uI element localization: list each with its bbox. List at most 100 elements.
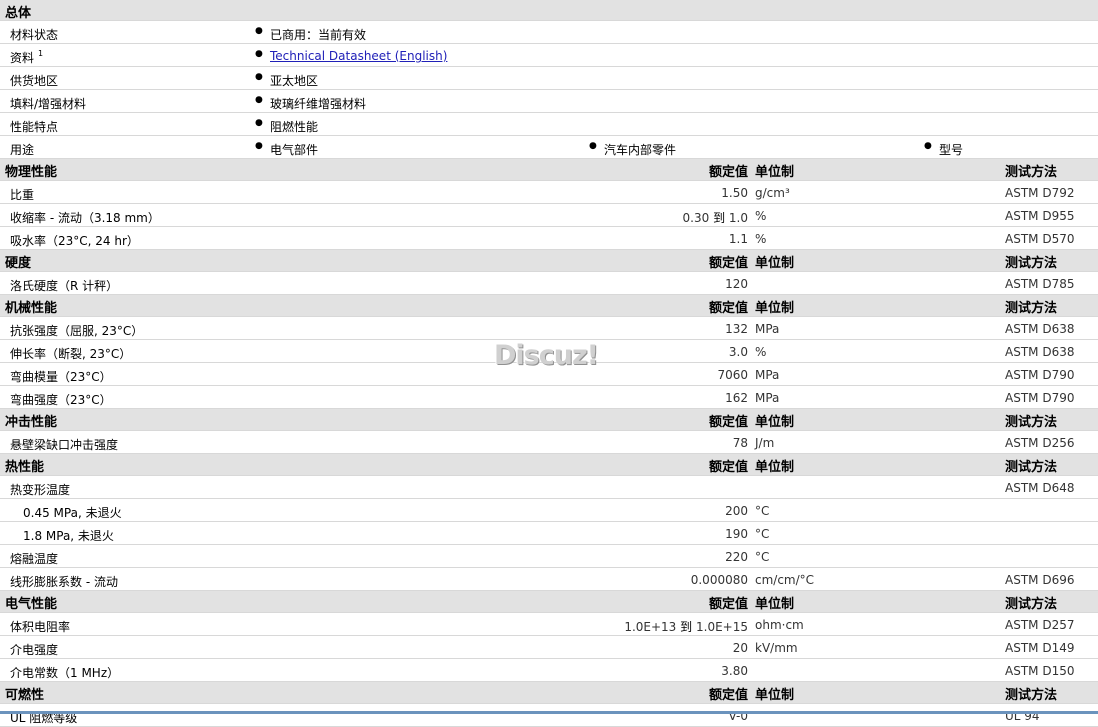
- property-unit: cm/cm/°C: [755, 573, 815, 587]
- general-row-value: 玻璃纤维增强材料: [270, 97, 367, 111]
- property-label: 悬壁梁缺口冲击强度: [10, 438, 119, 452]
- section-header: 硬度 额定值 单位制 测试方法: [0, 250, 1098, 272]
- section-title: 冲击性能: [5, 415, 58, 430]
- range-to-word: 到: [680, 620, 693, 634]
- property-unit: kV/mm: [755, 641, 798, 655]
- section-title: 硬度: [5, 256, 32, 271]
- property-unit: MPa: [755, 322, 780, 336]
- property-value: 220: [725, 550, 748, 564]
- range-to: 1.0: [728, 211, 748, 225]
- general-row-label: 填料/增强材料: [10, 95, 86, 112]
- property-value: 200: [725, 504, 748, 518]
- general-label-text: 供货地区: [10, 74, 59, 88]
- column-header-method: 测试方法: [1005, 256, 1058, 271]
- bullet-icon: ●: [255, 141, 263, 151]
- property-row: 体积电阻率 1.0E+13 到 1.0E+15 ohm·cm ASTM D257: [0, 613, 1098, 636]
- property-unit: MPa: [755, 391, 780, 405]
- column-header-unit: 单位制: [755, 597, 795, 612]
- section-header: 冲击性能 额定值 单位制 测试方法: [0, 409, 1098, 431]
- property-value: 120: [725, 277, 748, 291]
- general-row-value: 汽车内部零件: [604, 143, 677, 157]
- column-header-method: 测试方法: [1005, 460, 1058, 475]
- section-title: 物理性能: [5, 165, 58, 180]
- property-row: 0.45 MPa, 未退火 200 °C: [0, 499, 1098, 522]
- test-method: ASTM D257: [1005, 618, 1075, 632]
- section-title: 电气性能: [5, 597, 58, 612]
- datasheet-link[interactable]: Technical Datasheet (English): [270, 49, 447, 63]
- general-row-label: 资料 1: [10, 49, 43, 66]
- general-row-value: 阻燃性能: [270, 120, 319, 134]
- general-row-label: 用途: [10, 141, 34, 158]
- property-row: 介电常数（1 MHz） 3.80 ASTM D150: [0, 659, 1098, 682]
- column-header-value: 额定值: [708, 301, 748, 316]
- column-header-unit: 单位制: [755, 301, 795, 316]
- general-row-label: 材料状态: [10, 26, 58, 43]
- bullet-icon: ●: [924, 141, 932, 151]
- test-method: ASTM D570: [1005, 232, 1075, 246]
- property-label: 介电常数（1 MHz）: [10, 666, 120, 680]
- property-value: 132: [725, 322, 748, 336]
- general-row: 性能特点 ● 阻燃性能: [0, 113, 1098, 136]
- section-header: 机械性能 额定值 单位制 测试方法: [0, 295, 1098, 317]
- property-row: 热变形温度 ASTM D648: [0, 476, 1098, 499]
- column-header-value: 额定值: [708, 597, 748, 612]
- property-label: 体积电阻率: [10, 620, 71, 634]
- bullet-icon: ●: [255, 72, 263, 82]
- range-from: 1.0E+13: [624, 620, 677, 634]
- property-label: 抗张强度（屈服, 23°C）: [10, 324, 144, 338]
- test-method: ASTM D150: [1005, 664, 1075, 678]
- general-label-text: 性能特点: [10, 120, 59, 134]
- property-value-range: 0.30 到 1.0: [683, 209, 748, 226]
- property-label: 熔融温度: [10, 552, 59, 566]
- property-label: 比重: [10, 188, 35, 202]
- property-row: UL 阻燃等级 V-0 UL 94: [0, 704, 1098, 727]
- column-header-value: 额定值: [708, 415, 748, 430]
- column-header-method: 测试方法: [1005, 165, 1058, 180]
- property-value: 0.000080: [690, 573, 748, 587]
- property-value: 162: [725, 391, 748, 405]
- range-from: 0.30: [682, 211, 710, 225]
- property-label: 介电强度: [10, 643, 59, 657]
- property-label: 弯曲强度（23°C）: [10, 393, 112, 407]
- column-header-unit: 单位制: [755, 165, 795, 180]
- property-unit: %: [755, 209, 767, 223]
- property-unit: MPa: [755, 368, 780, 382]
- column-header-method: 测试方法: [1005, 597, 1058, 612]
- property-row: 1.8 MPa, 未退火 190 °C: [0, 522, 1098, 545]
- general-row-value: 电气部件: [270, 143, 319, 157]
- bullet-icon: ●: [255, 95, 263, 105]
- column-header-value: 额定值: [708, 688, 748, 703]
- test-method: ASTM D149: [1005, 641, 1075, 655]
- general-label-text: 用途: [10, 143, 35, 157]
- test-method: ASTM D790: [1005, 368, 1075, 382]
- test-method: ASTM D785: [1005, 277, 1075, 291]
- property-row: 线形膨胀系数 - 流动 0.000080 cm/cm/°C ASTM D696: [0, 568, 1098, 591]
- property-label: 洛氏硬度（R 计秤）: [10, 279, 119, 293]
- watermark: Discuz!: [494, 340, 599, 371]
- property-value: 1.50: [721, 186, 748, 200]
- property-row: 抗张强度（屈服, 23°C） 132 MPa ASTM D638: [0, 317, 1098, 340]
- column-header-unit: 单位制: [755, 460, 795, 475]
- section-header-general: 总体: [0, 0, 1098, 21]
- test-method: ASTM D638: [1005, 345, 1075, 359]
- property-row: 介电强度 20 kV/mm ASTM D149: [0, 636, 1098, 659]
- property-row: 吸水率（23°C, 24 hr） 1.1% ASTM D570: [0, 227, 1098, 250]
- property-unit: °C: [755, 527, 770, 541]
- general-label-text: 填料/增强材料: [10, 97, 87, 111]
- property-row: 洛氏硬度（R 计秤） 120 ASTM D785: [0, 272, 1098, 295]
- test-method: ASTM D638: [1005, 322, 1075, 336]
- property-label: 弯曲模量（23°C）: [10, 370, 112, 384]
- property-label: 0.45 MPa, 未退火: [23, 506, 122, 520]
- property-value-range: 1.0E+13 到 1.0E+15: [624, 618, 748, 635]
- section-header: 物理性能 额定值 单位制 测试方法: [0, 159, 1098, 181]
- column-header-method: 测试方法: [1005, 301, 1058, 316]
- general-label-text: 资料: [10, 51, 35, 65]
- section-header: 电气性能 额定值 单位制 测试方法: [0, 591, 1098, 613]
- property-label: 线形膨胀系数 - 流动: [10, 575, 118, 589]
- general-row-label: 性能特点: [10, 118, 58, 135]
- test-method: ASTM D256: [1005, 436, 1075, 450]
- column-header-method: 测试方法: [1005, 688, 1058, 703]
- section-title: 热性能: [5, 460, 45, 475]
- general-row: 资料 1 ● Technical Datasheet (English): [0, 44, 1098, 67]
- column-header-unit: 单位制: [755, 415, 795, 430]
